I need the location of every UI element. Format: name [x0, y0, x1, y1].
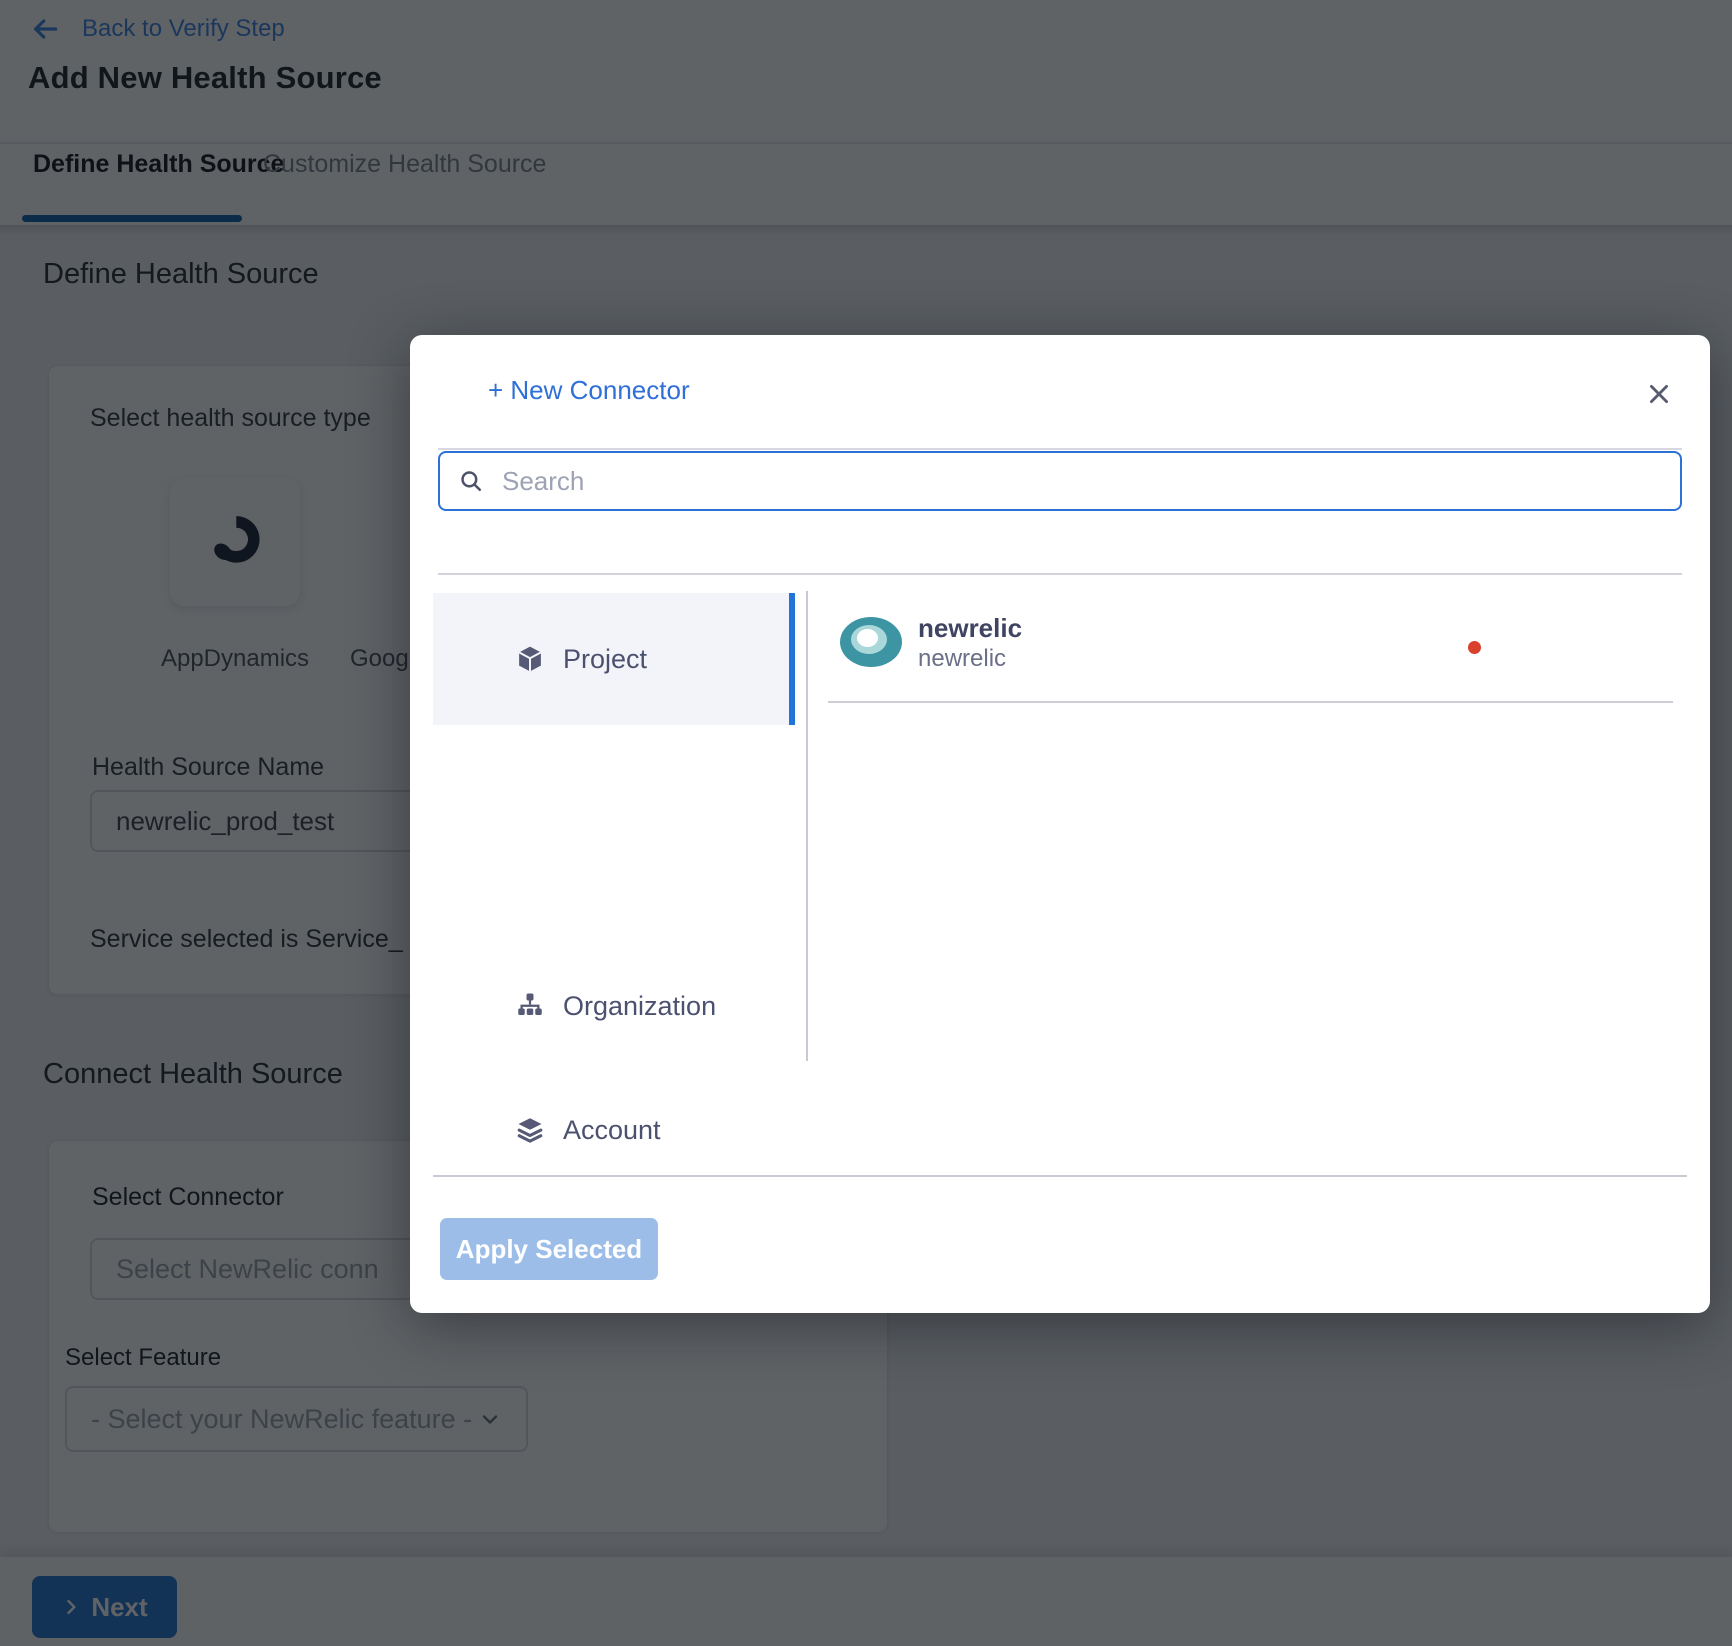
connector-id: newrelic — [918, 645, 1006, 673]
scope-item-label: Project — [563, 644, 647, 675]
scope-item-label: Organization — [563, 991, 716, 1022]
org-chart-icon — [515, 991, 545, 1021]
modal-footer-divider — [433, 1175, 1687, 1177]
new-connector-link[interactable]: + New Connector — [488, 375, 690, 406]
connector-name: newrelic — [918, 613, 1022, 644]
search-box — [438, 451, 1682, 511]
search-icon — [458, 468, 484, 494]
scope-item-project[interactable]: Project — [433, 593, 795, 725]
sidebar-divider — [806, 591, 808, 1061]
newrelic-logo-core — [857, 629, 878, 647]
layers-icon — [515, 1115, 545, 1145]
scope-sidebar: Project Organization Account — [433, 573, 795, 1173]
close-icon[interactable] — [1642, 377, 1676, 411]
status-dot — [1468, 641, 1481, 654]
scope-item-organization[interactable]: Organization — [433, 961, 795, 1051]
search-top-hairline — [438, 448, 1682, 450]
connector-item-divider — [828, 701, 1673, 703]
apply-selected-label: Apply Selected — [456, 1234, 642, 1265]
app-root: Back to Verify Step Add New Health Sourc… — [0, 0, 1732, 1646]
connector-select-modal: + New Connector Project — [410, 335, 1710, 1313]
scope-item-account[interactable]: Account — [433, 1085, 795, 1175]
scope-item-label: Account — [563, 1115, 661, 1146]
search-input[interactable] — [500, 465, 1662, 498]
connector-list-panel: newrelic newrelic — [828, 593, 1688, 1173]
cube-icon — [515, 644, 545, 674]
newrelic-logo-icon — [840, 617, 902, 667]
apply-selected-button[interactable]: Apply Selected — [440, 1218, 658, 1280]
active-scope-bar — [789, 593, 795, 725]
connector-list-item[interactable]: newrelic newrelic — [828, 593, 1688, 703]
